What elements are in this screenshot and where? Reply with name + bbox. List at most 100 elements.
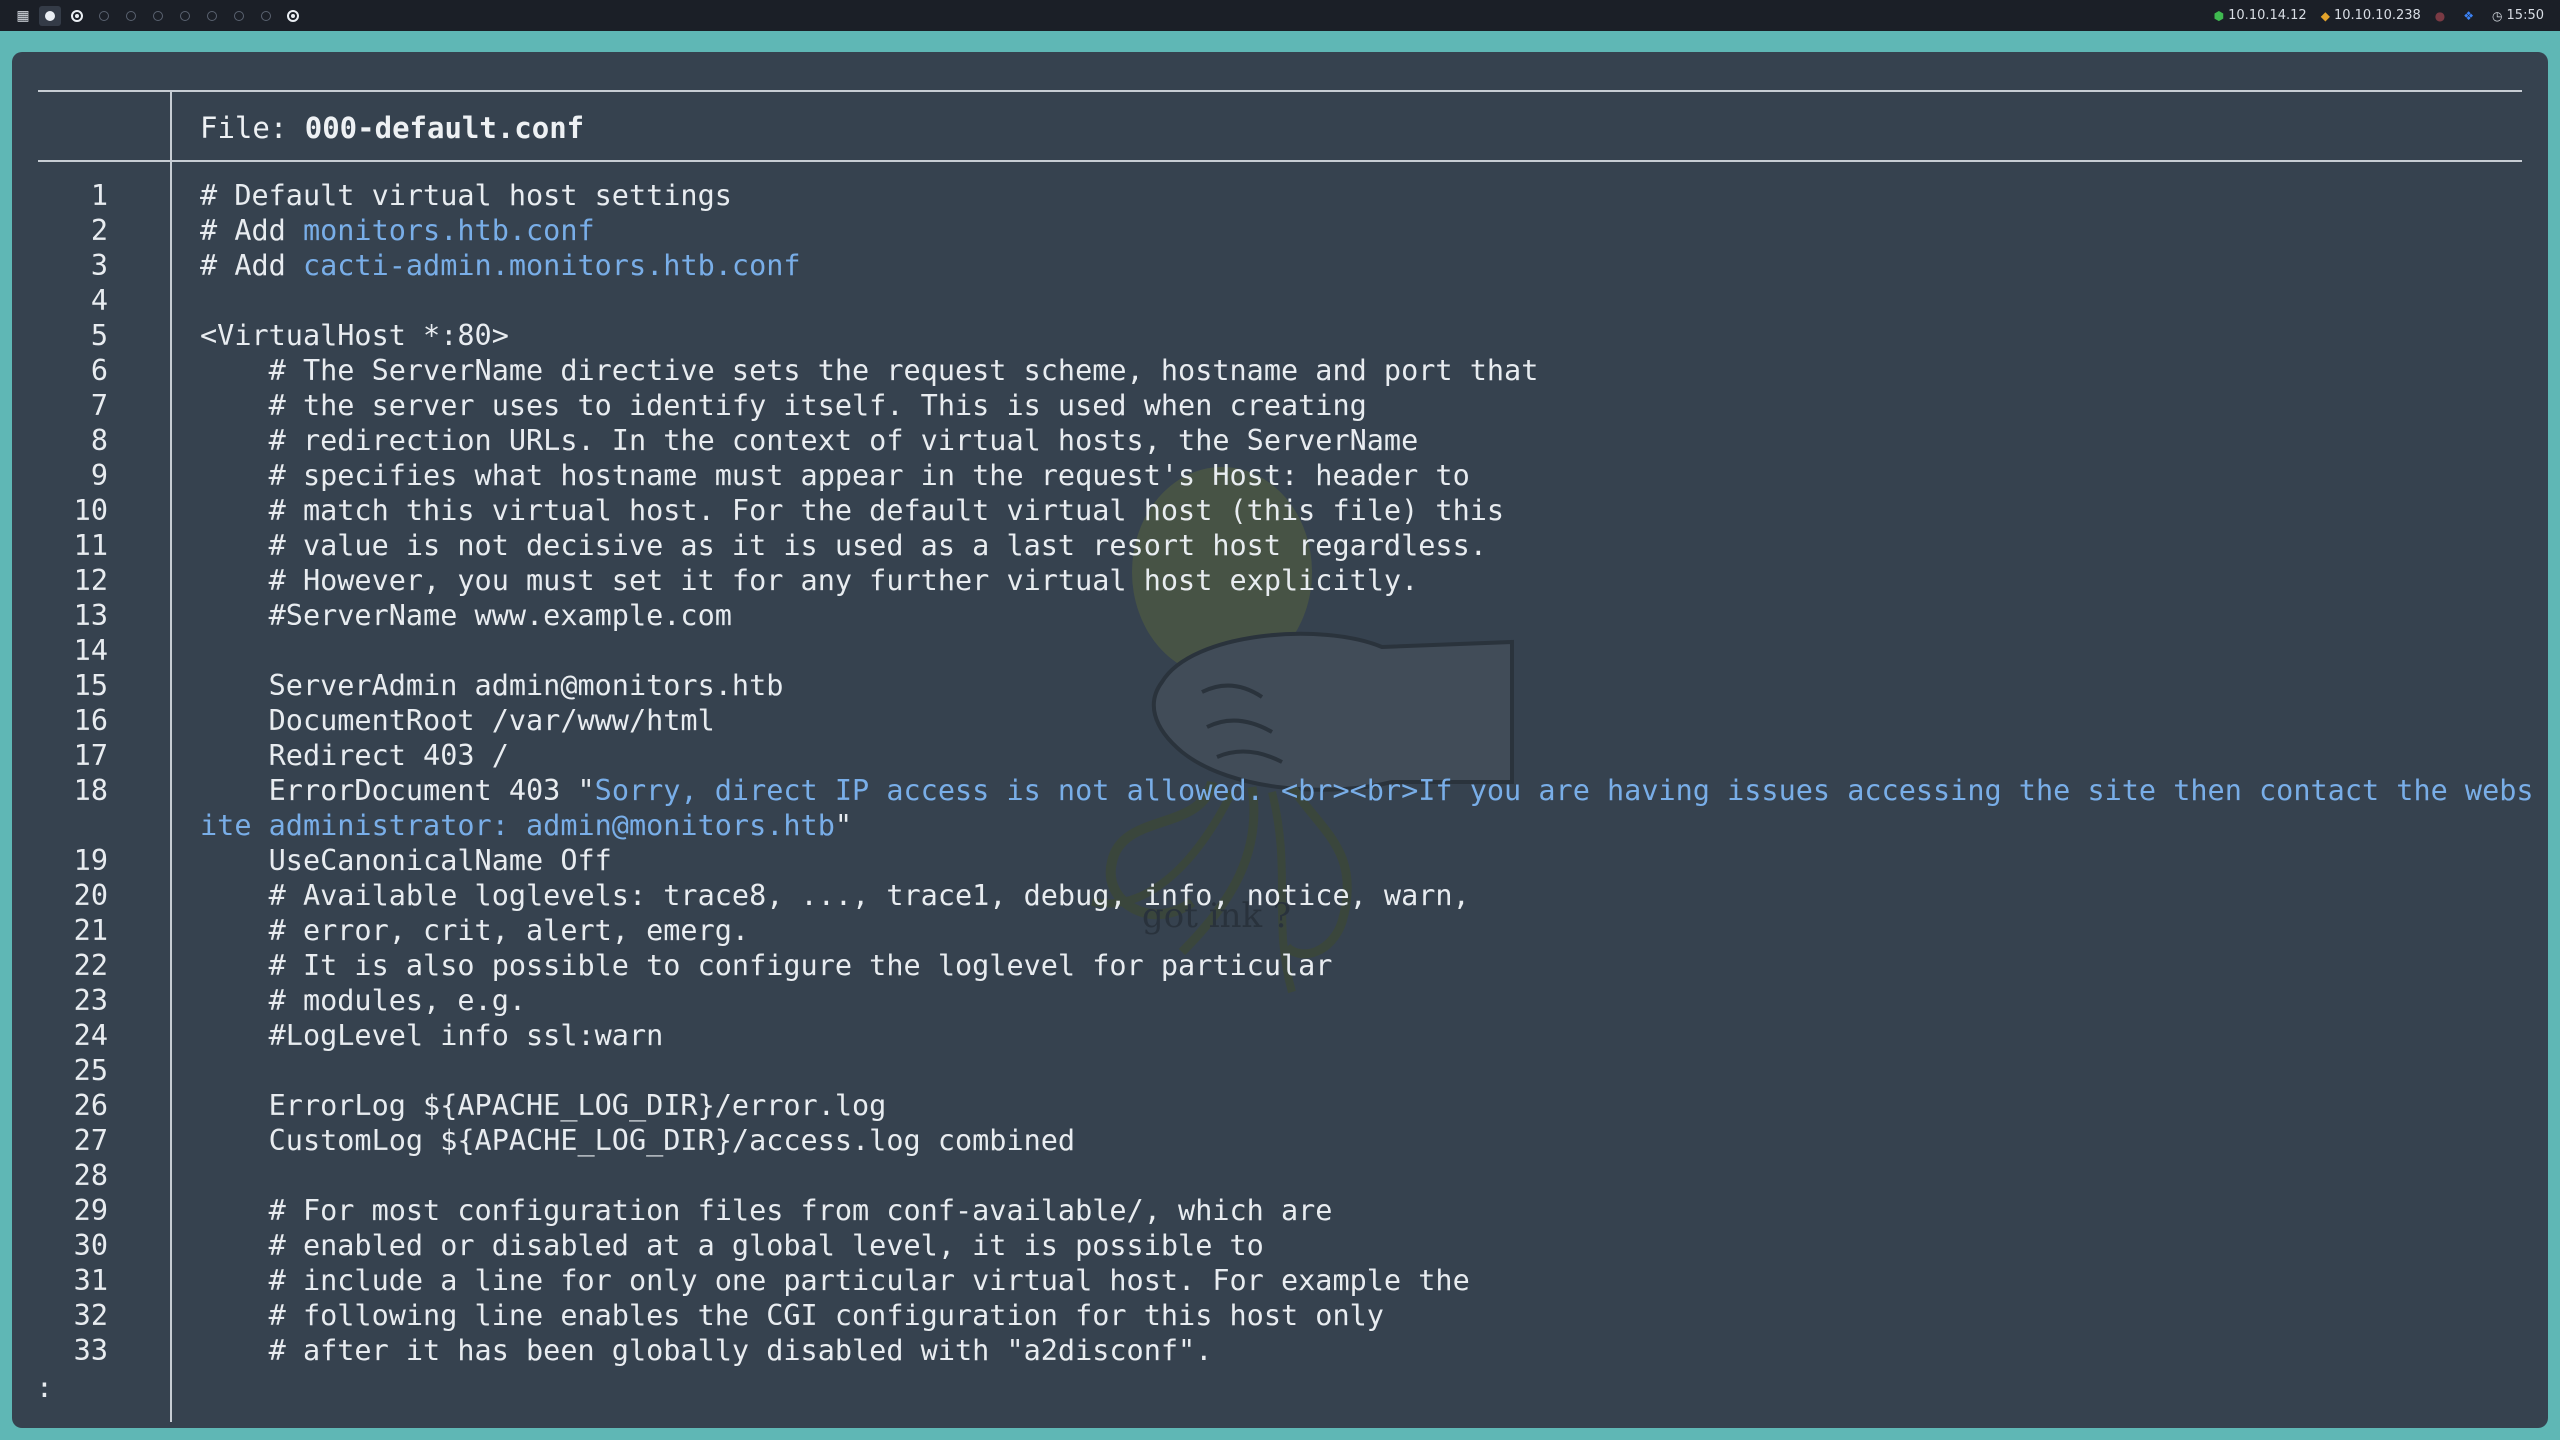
line-text: [200, 283, 2536, 318]
line-text: # specifies what hostname must appear in…: [200, 459, 1470, 492]
line-number: 6: [90, 354, 108, 387]
line-text: # Available loglevels: trace8, ..., trac…: [200, 879, 1470, 912]
terminal-window[interactable]: got ink ? File: 000-default.conf 1 # Defa…: [12, 52, 2548, 1428]
line-text: # Add cacti-admin.monitors.htb.conf: [200, 248, 2536, 283]
line-text: # For most configuration files from conf…: [200, 1194, 1333, 1227]
line-text: CustomLog ${APACHE_LOG_DIR}/access.log c…: [200, 1124, 1076, 1157]
line-number: 5: [90, 319, 108, 352]
line-number: 10: [73, 494, 108, 527]
empty-dot-icon: [261, 11, 271, 21]
code-line: 16 DocumentRoot /var/www/html: [12, 703, 2548, 738]
line-number: 8: [90, 424, 108, 457]
line-number: 24: [73, 1019, 108, 1052]
network-indicator[interactable]: ❖: [2463, 9, 2478, 23]
line-number: 17: [73, 739, 108, 772]
line-number: 33: [73, 1334, 108, 1367]
code-line: 5 <VirtualHost *:80>: [12, 318, 2548, 353]
line-text: ErrorLog ${APACHE_LOG_DIR}/error.log: [200, 1089, 887, 1122]
workspace-4[interactable]: [120, 6, 142, 26]
code-line: 14: [12, 633, 2548, 668]
target-ip-indicator[interactable]: ◆ 10.10.10.238: [2321, 8, 2421, 23]
line-number: 21: [73, 914, 108, 947]
code-line: 10 # match this virtual host. For the de…: [12, 493, 2548, 528]
shield-icon: ⬢: [2213, 8, 2225, 23]
empty-dot-icon: [126, 11, 136, 21]
filled-dot-icon: [45, 11, 55, 21]
target-icon: ◆: [2320, 8, 2330, 23]
line-number: 23: [73, 984, 108, 1017]
line-text: # Add monitors.htb.conf: [200, 213, 2536, 248]
line-text: [200, 633, 2536, 668]
line-text: DocumentRoot /var/www/html: [200, 704, 715, 737]
workspace-8[interactable]: [228, 6, 250, 26]
line-text: # It is also possible to configure the l…: [200, 949, 1333, 982]
line-text: # value is not decisive as it is used as…: [200, 529, 1487, 562]
line-number: 7: [90, 389, 108, 422]
line-text-highlight: cacti-admin.monitors.htb.conf: [302, 249, 801, 282]
pager-prompt[interactable]: :: [36, 1370, 53, 1405]
workspace-9[interactable]: [255, 6, 277, 26]
line-number: 29: [73, 1194, 108, 1227]
line-number: 14: [73, 634, 108, 667]
line-text: # enabled or disabled at a global level,…: [200, 1229, 1264, 1262]
code-line: 8 # redirection URLs. In the context of …: [12, 423, 2548, 458]
network-icon: ❖: [2463, 8, 2475, 23]
code-line: 27 CustomLog ${APACHE_LOG_DIR}/access.lo…: [12, 1123, 2548, 1158]
code-line: 20 # Available loglevels: trace8, ..., t…: [12, 878, 2548, 913]
line-number: 3: [90, 249, 108, 282]
code-line: 3 # Add cacti-admin.monitors.htb.conf: [12, 248, 2548, 283]
line-number: 31: [73, 1264, 108, 1297]
terminal-icon[interactable]: ▦: [12, 6, 34, 26]
workspace-10[interactable]: [282, 6, 304, 26]
line-number: 18: [73, 774, 108, 807]
file-label: File:: [200, 111, 305, 145]
workspace-2[interactable]: [66, 6, 88, 26]
file-content[interactable]: 1 # Default virtual host settings 2 # Add m…: [12, 178, 2548, 1368]
workspace-1[interactable]: [39, 6, 61, 26]
code-line: 22 # It is also possible to configure th…: [12, 948, 2548, 983]
line-number: 9: [90, 459, 108, 492]
system-tray: ⬢ 10.10.14.12 ◆ 10.10.10.238 ● ❖ ◷ 15:50: [2200, 0, 2544, 31]
line-text: Redirect 403 /: [200, 739, 509, 772]
workspace-6[interactable]: [174, 6, 196, 26]
line-number: 19: [73, 844, 108, 877]
workspace-5[interactable]: [147, 6, 169, 26]
status-dot-indicator: ●: [2435, 9, 2449, 23]
line-text: # the server uses to identify itself. Th…: [200, 389, 1367, 422]
line-number: 28: [73, 1159, 108, 1192]
code-line: 9 # specifies what hostname must appear …: [12, 458, 2548, 493]
code-line: 6 # The ServerName directive sets the re…: [12, 353, 2548, 388]
code-line: 21 # error, crit, alert, emerg.: [12, 913, 2548, 948]
code-line: 2 # Add monitors.htb.conf: [12, 213, 2548, 248]
line-text: # Default virtual host settings: [200, 179, 732, 212]
line-number: 32: [73, 1299, 108, 1332]
code-line: 32 # following line enables the CGI conf…: [12, 1298, 2548, 1333]
line-number: 25: [73, 1054, 108, 1087]
target-ip-text: 10.10.10.238: [2333, 8, 2421, 23]
local-ip-indicator[interactable]: ⬢ 10.10.14.12: [2214, 8, 2307, 23]
top-status-bar: ▦ ⬢ 10.10.14.12 ◆ 10.10.10.238 ● ❖ ◷ 15:…: [0, 0, 2560, 31]
workspace-7[interactable]: [201, 6, 223, 26]
line-text: # match this virtual host. For the defau…: [200, 494, 1505, 527]
line-number: 27: [73, 1124, 108, 1157]
code-line: 17 Redirect 403 /: [12, 738, 2548, 773]
ring-dot-icon: [71, 10, 83, 22]
line-text: # However, you must set it for any furth…: [200, 564, 1419, 597]
clock: ◷ 15:50: [2492, 8, 2544, 23]
code-line: 15 ServerAdmin admin@monitors.htb: [12, 668, 2548, 703]
workspace-3[interactable]: [93, 6, 115, 26]
line-text-plain: # Add: [200, 249, 303, 282]
header-gutter-rule: [170, 92, 172, 160]
workspace-switcher: ▦: [12, 6, 309, 26]
code-line: 31 # include a line for only one particu…: [12, 1263, 2548, 1298]
line-number: 16: [73, 704, 108, 737]
code-line: 7 # the server uses to identify itself. …: [12, 388, 2548, 423]
line-text: # after it has been globally disabled wi…: [200, 1334, 1213, 1367]
line-text: [200, 1053, 2536, 1088]
code-line: 4: [12, 283, 2548, 318]
code-line: 1 # Default virtual host settings: [12, 178, 2548, 213]
line-text: <VirtualHost *:80>: [200, 319, 509, 352]
code-line: 11 # value is not decisive as it is used…: [12, 528, 2548, 563]
line-text: # following line enables the CGI configu…: [200, 1299, 1384, 1332]
file-name: 000-default.conf: [304, 111, 585, 145]
